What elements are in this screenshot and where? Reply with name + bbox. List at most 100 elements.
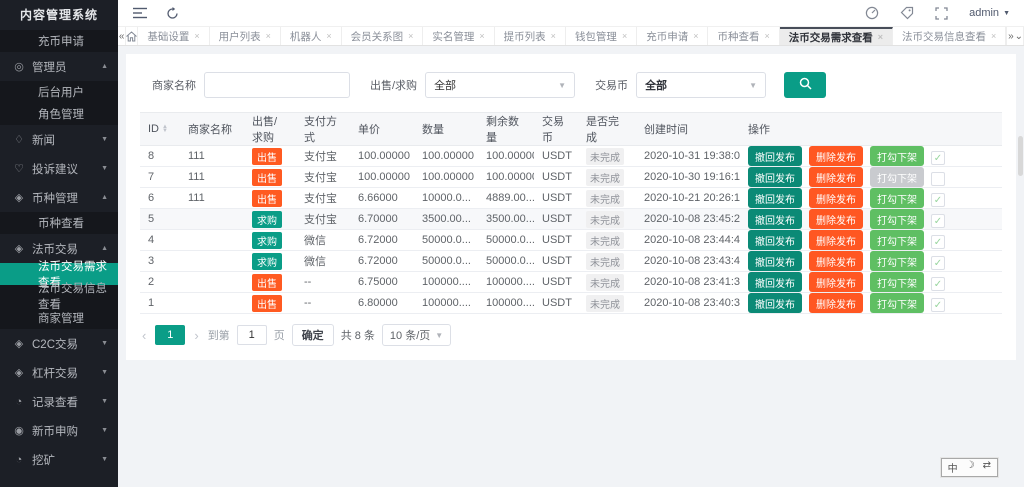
takedown-button[interactable]: 打勾下架 [870,272,924,292]
search-button[interactable] [784,72,826,98]
prev-page-icon[interactable]: ‹ [140,328,148,343]
withdraw-publish-button[interactable]: 撤回发布 [748,251,802,271]
fullscreen-icon[interactable] [934,6,949,21]
close-tab-icon[interactable]: × [764,31,769,41]
home-tab-icon[interactable] [126,27,138,45]
takedown-button[interactable]: 打勾下架 [870,146,924,166]
tab-币种查看[interactable]: 币种查看× [708,27,779,45]
takedown-button[interactable]: 打勾下架 [870,188,924,208]
cell-coin: USDT [534,146,578,167]
takedown-checkbox[interactable]: ✓ [931,193,945,207]
tag-icon[interactable] [899,6,914,21]
delete-publish-button[interactable]: 删除发布 [809,230,863,250]
sidebar-item-管理员[interactable]: ◎管理员▲ [0,52,118,81]
withdraw-publish-button[interactable]: 撤回发布 [748,272,802,292]
withdraw-publish-button[interactable]: 撤回发布 [748,209,802,229]
sidebar-item-币种管理[interactable]: ◈币种管理▲ [0,183,118,212]
goto-page-input[interactable] [237,325,267,345]
close-tab-icon[interactable]: × [622,31,627,41]
tab-机器人[interactable]: 机器人× [281,27,342,45]
refresh-icon[interactable] [165,6,180,21]
confirm-page-button[interactable]: 确定 [292,324,334,346]
dashboard-icon[interactable] [864,6,879,21]
sidebar-item-杠杆交易[interactable]: ◈杠杆交易▼ [0,358,118,387]
takedown-checkbox[interactable]: ✓ [931,256,945,270]
takedown-button[interactable]: 打勾下架 [870,251,924,271]
tab-法币交易需求查看[interactable]: 法币交易需求查看× [780,27,893,45]
side-filter-select[interactable]: 全部 ▼ [425,72,575,98]
takedown-checkbox[interactable] [931,172,945,186]
user-menu[interactable]: admin ▼ [969,7,1010,19]
withdraw-publish-button[interactable]: 撤回发布 [748,293,802,313]
tab-充币申请[interactable]: 充币申请× [637,27,708,45]
sidebar-item-C2C交易[interactable]: ◈C2C交易▼ [0,329,118,358]
takedown-checkbox[interactable]: ✓ [931,235,945,249]
status-badge: 未完成 [586,232,624,249]
close-tab-icon[interactable]: × [878,32,883,42]
tab-实名管理[interactable]: 实名管理× [423,27,494,45]
table-row: 5求购支付宝6.700003500.00...3500.00...USDT未完成… [140,209,1002,230]
takedown-checkbox[interactable]: ✓ [931,298,945,312]
delete-publish-button[interactable]: 删除发布 [809,272,863,292]
sidebar-item-币种查看[interactable]: 币种查看 [0,212,118,234]
withdraw-publish-button[interactable]: 撤回发布 [748,188,802,208]
sidebar-item-label: 新币申购 [32,423,78,439]
ime-toolbar[interactable]: 中 ☽ ⇄ [941,458,998,477]
tab-法币交易信息查看[interactable]: 法币交易信息查看× [893,27,1006,45]
tab-基础设置[interactable]: 基础设置× [138,27,209,45]
cell-side: 出售 [244,293,296,314]
page-size-select[interactable]: 10 条/页 ▼ [382,324,451,346]
scrollbar-thumb[interactable] [1018,136,1023,176]
coin-filter-select[interactable]: 全部 ▼ [636,72,766,98]
delete-publish-button[interactable]: 删除发布 [809,146,863,166]
delete-publish-button[interactable]: 删除发布 [809,251,863,271]
sidebar-item-后台用户[interactable]: 后台用户 [0,81,118,103]
close-tab-icon[interactable]: × [479,31,484,41]
delete-publish-button[interactable]: 删除发布 [809,209,863,229]
tabs-menu-icon[interactable]: ⌄ [1015,27,1024,45]
withdraw-publish-button[interactable]: 撤回发布 [748,146,802,166]
column-header-单价: 单价 [350,113,414,146]
sidebar-item-新闻[interactable]: ♢新闻▼ [0,125,118,154]
close-tab-icon[interactable]: × [326,31,331,41]
delete-publish-button[interactable]: 删除发布 [809,167,863,187]
merchant-name-input[interactable] [204,72,350,98]
sidebar-item-投诉建议[interactable]: ♡投诉建议▼ [0,154,118,183]
close-tab-icon[interactable]: × [266,31,271,41]
tab-钱包管理[interactable]: 钱包管理× [566,27,637,45]
takedown-checkbox[interactable]: ✓ [931,214,945,228]
sidebar-item-角色管理[interactable]: 角色管理 [0,103,118,125]
tab-会员关系图[interactable]: 会员关系图× [342,27,424,45]
sidebar-item-新币申购[interactable]: ◉新币申购▼ [0,416,118,445]
tabs-scroll-left-icon[interactable]: « [118,27,126,45]
withdraw-publish-button[interactable]: 撤回发布 [748,230,802,250]
cell-pay-method: 支付宝 [296,188,350,209]
sidebar-item-法币交易信息查看[interactable]: 法币交易信息查看 [0,285,118,307]
tab-用户列表[interactable]: 用户列表× [210,27,281,45]
sort-icon[interactable]: ▲▼ [162,125,168,133]
tab-提币列表[interactable]: 提币列表× [495,27,566,45]
sidebar-item-记录查看[interactable]: ◔记录查看▼ [0,387,118,416]
cell-created-time: 2020-10-30 19:16:17 [636,167,740,188]
withdraw-publish-button[interactable]: 撤回发布 [748,167,802,187]
close-tab-icon[interactable]: × [408,31,413,41]
menu-fold-icon[interactable] [132,6,147,21]
sidebar-item-挖矿[interactable]: ◔挖矿▼ [0,445,118,474]
takedown-checkbox[interactable]: ✓ [931,277,945,291]
takedown-button[interactable]: 打勾下架 [870,209,924,229]
cell-merchant: 111 [180,188,244,209]
next-page-icon[interactable]: › [192,328,200,343]
sidebar-item-充币申请[interactable]: 充币申请 [0,30,118,52]
delete-publish-button[interactable]: 删除发布 [809,293,863,313]
takedown-button[interactable]: 打勾下架 [870,230,924,250]
close-tab-icon[interactable]: × [194,31,199,41]
tabs-scroll-right-icon[interactable]: » [1006,27,1014,45]
cell-remaining: 50000.0... [478,251,534,272]
close-tab-icon[interactable]: × [693,31,698,41]
current-page-button[interactable]: 1 [155,325,185,345]
close-tab-icon[interactable]: × [991,31,996,41]
delete-publish-button[interactable]: 删除发布 [809,188,863,208]
takedown-checkbox[interactable]: ✓ [931,151,945,165]
takedown-button[interactable]: 打勾下架 [870,293,924,313]
close-tab-icon[interactable]: × [551,31,556,41]
